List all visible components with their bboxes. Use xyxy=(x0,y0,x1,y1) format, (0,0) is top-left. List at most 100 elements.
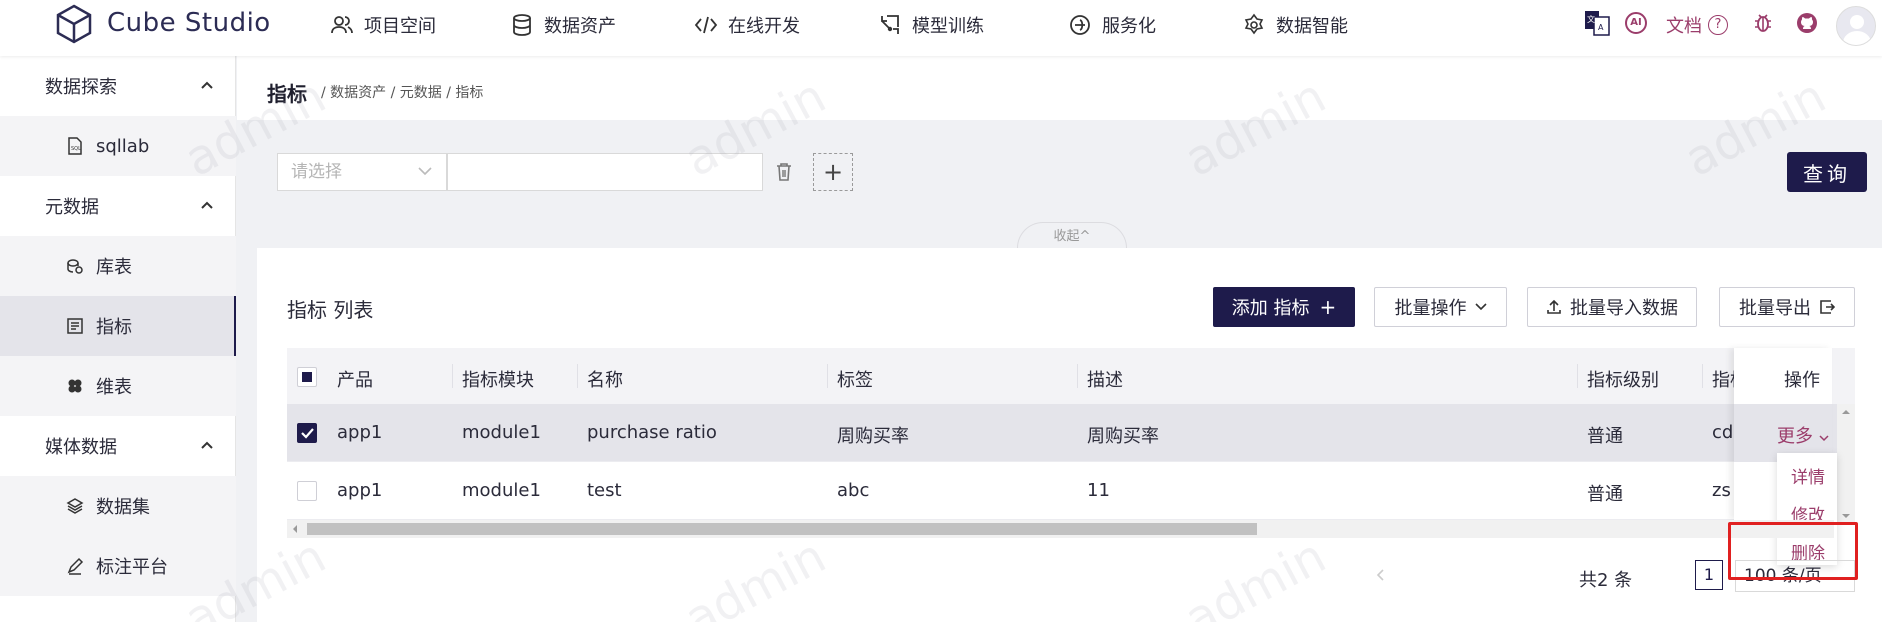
table-row[interactable]: app1 module1 test abc 11 普通 zs xyxy=(287,462,1855,520)
horizontal-scrollbar[interactable] xyxy=(287,520,1834,538)
ai-badge-icon: AI xyxy=(1625,12,1647,34)
column-header-name[interactable]: 名称 xyxy=(587,366,623,392)
add-filter-button[interactable]: + xyxy=(813,153,853,191)
column-header-metric[interactable]: 指标 xyxy=(1712,366,1734,392)
ai-badge-button[interactable]: AI xyxy=(1625,12,1647,34)
sidebar-item-dimensions[interactable]: 维表 xyxy=(0,356,236,416)
svg-text:A: A xyxy=(1598,23,1604,32)
chevron-down-icon xyxy=(1819,435,1829,442)
sidebar-group-data-explore[interactable]: 数据探索 xyxy=(0,56,236,116)
top-navbar: Cube Studio 项目空间 数据资产 在线开发 模型训练 服务化 数据智能… xyxy=(0,0,1882,56)
list-panel: 指标 列表 添加 指标 + 批量操作 批量导入数据 批量导出 产品 指标模块 名… xyxy=(257,248,1882,622)
collapse-filter-button[interactable]: 收起^ xyxy=(1017,222,1127,248)
bug-icon xyxy=(1755,14,1771,32)
code-icon xyxy=(694,16,718,34)
sidebar-group-media[interactable]: 媒体数据 xyxy=(0,416,236,476)
sidebar-group-metadata[interactable]: 元数据 xyxy=(0,176,236,236)
database-icon xyxy=(513,14,531,36)
sidebar-group-label: 数据探索 xyxy=(45,77,117,98)
scroll-left-arrow-icon xyxy=(293,525,297,533)
docs-link[interactable]: 文档 ? xyxy=(1666,12,1728,38)
menu-item-details[interactable]: 详情 xyxy=(1791,463,1825,488)
docs-label: 文档 xyxy=(1666,16,1702,37)
column-header-module[interactable]: 指标模块 xyxy=(462,366,534,392)
column-header-desc[interactable]: 描述 xyxy=(1087,366,1123,392)
sidebar-item-label: 数据集 xyxy=(96,497,150,518)
sidebar-item-sqllab[interactable]: SQL sqllab xyxy=(0,116,236,176)
nav-service[interactable]: 服务化 xyxy=(1068,12,1156,38)
page-header: 指标 / 数据资产 / 元数据 / 指标 xyxy=(237,56,1882,120)
brand-name[interactable]: Cube Studio xyxy=(107,8,271,38)
select-all-checkbox[interactable] xyxy=(297,367,317,387)
translate-button[interactable]: 文A xyxy=(1584,10,1610,36)
cube-logo-icon[interactable] xyxy=(56,4,92,44)
total-count: 共2 条 xyxy=(1579,570,1633,591)
highlight-box xyxy=(1728,522,1858,580)
help-icon: ? xyxy=(1708,15,1728,35)
ai-icon xyxy=(1244,13,1264,35)
row-checkbox[interactable] xyxy=(297,481,317,501)
cell-tag: 周购买率 xyxy=(837,426,909,447)
filter-field-select[interactable]: 请选择 xyxy=(277,153,447,191)
bug-report-button[interactable] xyxy=(1752,12,1774,34)
sidebar-item-tables[interactable]: 库表 xyxy=(0,236,236,296)
avatar-icon xyxy=(1836,6,1876,46)
github-button[interactable] xyxy=(1796,12,1818,34)
column-header-level[interactable]: 指标级别 xyxy=(1587,366,1659,392)
nav-data-intelligence[interactable]: 数据智能 xyxy=(1242,12,1348,38)
nav-online-dev[interactable]: 在线开发 xyxy=(694,12,800,38)
metric-icon xyxy=(67,318,83,334)
sidebar-item-datasets[interactable]: 数据集 xyxy=(0,476,236,536)
pen-icon xyxy=(67,557,84,575)
sidebar-group-label: 媒体数据 xyxy=(45,437,117,458)
model-icon xyxy=(881,15,899,34)
column-header-tag[interactable]: 标签 xyxy=(837,366,873,392)
cell-level: 普通 xyxy=(1587,426,1623,447)
query-button[interactable]: 查询 xyxy=(1787,152,1867,192)
more-actions-button[interactable]: 更多 xyxy=(1777,422,1829,448)
svg-text:SQL: SQL xyxy=(71,146,81,152)
trash-icon[interactable] xyxy=(775,162,793,182)
batch-ops-button[interactable]: 批量操作 xyxy=(1374,287,1507,327)
cell-level: 普通 xyxy=(1587,484,1623,505)
sidebar-item-label: 库表 xyxy=(96,257,132,278)
add-metric-button[interactable]: 添加 指标 + xyxy=(1213,287,1355,327)
sidebar-item-metrics[interactable]: 指标 xyxy=(0,296,236,356)
scroll-thumb[interactable] xyxy=(307,523,1257,535)
button-label: 添加 指标 xyxy=(1231,298,1310,319)
table-row[interactable]: app1 module1 purchase ratio 周购买率 周购买率 普通… xyxy=(287,404,1855,462)
layers-icon xyxy=(66,498,84,514)
column-header-product[interactable]: 产品 xyxy=(337,366,373,392)
button-label: 批量导入数据 xyxy=(1570,298,1678,319)
translate-icon: 文A xyxy=(1585,11,1610,36)
nav-data-assets[interactable]: 数据资产 xyxy=(510,12,616,38)
table-header: 产品 指标模块 名称 标签 描述 指标级别 指标 xyxy=(287,348,1855,404)
page-number-current[interactable]: 1 xyxy=(1695,560,1723,590)
nav-model-training[interactable]: 模型训练 xyxy=(878,12,984,38)
sidebar-item-labeling[interactable]: 标注平台 xyxy=(0,536,236,596)
cell-module: module1 xyxy=(462,422,541,443)
dimension-icon xyxy=(68,379,82,393)
row-checkbox[interactable] xyxy=(297,423,317,443)
nav-label: 在线开发 xyxy=(728,16,800,37)
upload-icon xyxy=(1547,299,1561,314)
vertical-scrollbar[interactable] xyxy=(1837,404,1855,524)
github-icon xyxy=(1797,13,1817,33)
plus-icon: + xyxy=(1319,295,1337,319)
button-label: 批量导出 xyxy=(1739,298,1811,319)
batch-export-button[interactable]: 批量导出 xyxy=(1719,287,1855,327)
cell-tag: abc xyxy=(837,480,870,501)
sql-file-icon: SQL xyxy=(68,137,82,155)
filter-value-input[interactable] xyxy=(447,153,763,191)
prev-page-icon[interactable] xyxy=(1375,567,1387,583)
nav-label: 数据资产 xyxy=(544,16,616,37)
batch-import-button[interactable]: 批量导入数据 xyxy=(1527,287,1697,327)
breadcrumb: / 数据资产 / 元数据 / 指标 xyxy=(321,85,484,101)
nav-project-space[interactable]: 项目空间 xyxy=(330,12,436,38)
nav-label: 模型训练 xyxy=(912,16,984,37)
user-avatar[interactable] xyxy=(1836,6,1876,46)
sidebar-item-label: 标注平台 xyxy=(96,557,168,578)
page-title: 指标 xyxy=(267,82,307,106)
nav-label: 数据智能 xyxy=(1276,16,1348,37)
chevron-up-icon xyxy=(201,201,213,209)
